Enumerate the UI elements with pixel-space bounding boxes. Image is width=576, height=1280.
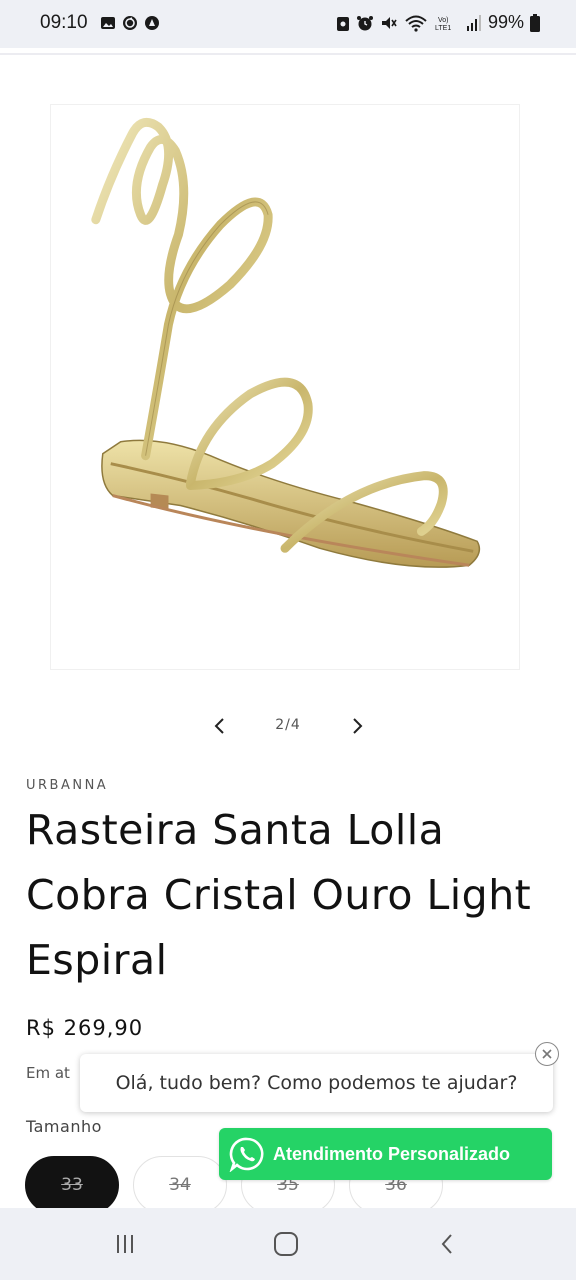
size-label: Tamanho: [26, 1117, 102, 1136]
product-title: Rasteira Santa Lolla Cobra Cristal Ouro …: [26, 806, 532, 984]
back-icon: [441, 1234, 452, 1254]
installments-text: Em at: [26, 1064, 70, 1082]
previous-slide-button[interactable]: [206, 712, 234, 740]
product-vendor: URBANNA: [26, 778, 109, 793]
back-button[interactable]: [428, 1228, 468, 1260]
svg-text:Vo): Vo): [438, 17, 449, 24]
chat-greeting-text: Olá, tudo bem? Como podemos te ajudar?: [115, 1072, 518, 1094]
recent-apps-button[interactable]: [105, 1228, 145, 1260]
home-button[interactable]: [266, 1228, 306, 1260]
size-option-33[interactable]: 33: [25, 1156, 119, 1214]
wifi-icon: [405, 15, 427, 32]
battery-icon: [530, 13, 540, 32]
gallery-controls: 2/4: [0, 708, 576, 744]
slide-counter: 2/4: [275, 717, 301, 733]
app-icon: [145, 16, 159, 30]
whatsapp-support-button[interactable]: Atendimento Personalizado: [219, 1128, 552, 1180]
svg-text:LTE1: LTE1: [435, 25, 451, 32]
whatsapp-icon: [229, 1137, 264, 1172]
product-image[interactable]: [50, 104, 520, 670]
lock-icon: [336, 16, 349, 31]
alarm-icon: [356, 15, 373, 30]
battery-percent: 99%: [487, 12, 524, 32]
close-icon: [542, 1049, 552, 1059]
sync-icon: [123, 16, 137, 30]
size-option-34[interactable]: 34: [133, 1156, 227, 1214]
next-slide-button[interactable]: [343, 712, 371, 740]
home-icon: [274, 1232, 298, 1256]
gallery-icon: [101, 17, 115, 29]
product-price: R$ 269,90: [26, 1016, 144, 1040]
chevron-left-icon: [214, 718, 224, 734]
sandal-illustration: [91, 117, 481, 568]
chevron-right-icon: [353, 718, 363, 734]
volte-icon: Vo)LTE1: [435, 17, 451, 32]
status-time: 09:10: [40, 12, 88, 33]
system-nav-bar: [0, 1208, 576, 1280]
whatsapp-button-label: Atendimento Personalizado: [273, 1143, 511, 1164]
header-divider: [0, 53, 576, 55]
chat-close-button[interactable]: [535, 1042, 559, 1066]
mute-icon: [381, 16, 397, 29]
recent-apps-icon: [117, 1235, 133, 1253]
signal-icon: [466, 14, 481, 31]
status-bar: 09:10 Vo) LTE1 99%: [0, 0, 576, 48]
chat-greeting-bubble[interactable]: Olá, tudo bem? Como podemos te ajudar?: [80, 1054, 553, 1112]
